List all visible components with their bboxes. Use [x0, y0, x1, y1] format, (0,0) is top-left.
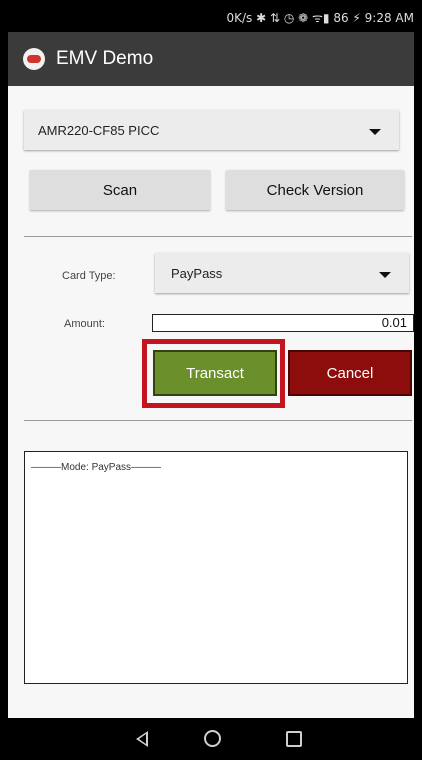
back-icon[interactable]	[136, 731, 148, 747]
app-logo-icon	[23, 48, 45, 70]
card-type-label: Card Type:	[62, 270, 116, 282]
navigation-bar	[8, 718, 414, 760]
log-output: ———Mode: PayPass———	[24, 451, 408, 684]
transact-button[interactable]: Transact	[153, 350, 277, 396]
dropdown-arrow-icon	[369, 129, 381, 135]
amount-field[interactable]: 0.01	[152, 314, 414, 332]
amount-label: Amount:	[64, 318, 105, 330]
log-mode-text: ———Mode: PayPass———	[31, 462, 162, 473]
home-icon[interactable]	[204, 730, 221, 747]
divider-top	[24, 236, 412, 237]
reader-select-value: AMR220-CF85 PICC	[38, 123, 160, 138]
check-version-button[interactable]: Check Version	[226, 170, 404, 210]
status-bar: 0K/s ✱ ⇅ ◷ ❁ ᯤ▮ 86 ⚡ 9:28 AM	[0, 0, 422, 32]
scan-button[interactable]: Scan	[30, 170, 210, 210]
status-text: 0K/s ✱ ⇅ ◷ ❁ ᯤ▮ 86 ⚡ 9:28 AM	[226, 11, 414, 25]
card-type-select[interactable]: PayPass	[155, 253, 409, 293]
divider-bottom	[24, 420, 412, 421]
app-bar: EMV Demo	[8, 32, 414, 86]
dropdown-arrow-icon	[379, 272, 391, 278]
cancel-button[interactable]: Cancel	[288, 350, 412, 396]
app-title: EMV Demo	[56, 48, 154, 69]
card-type-value: PayPass	[171, 266, 223, 281]
recents-icon[interactable]	[286, 731, 302, 747]
reader-select[interactable]: AMR220-CF85 PICC	[24, 110, 399, 150]
